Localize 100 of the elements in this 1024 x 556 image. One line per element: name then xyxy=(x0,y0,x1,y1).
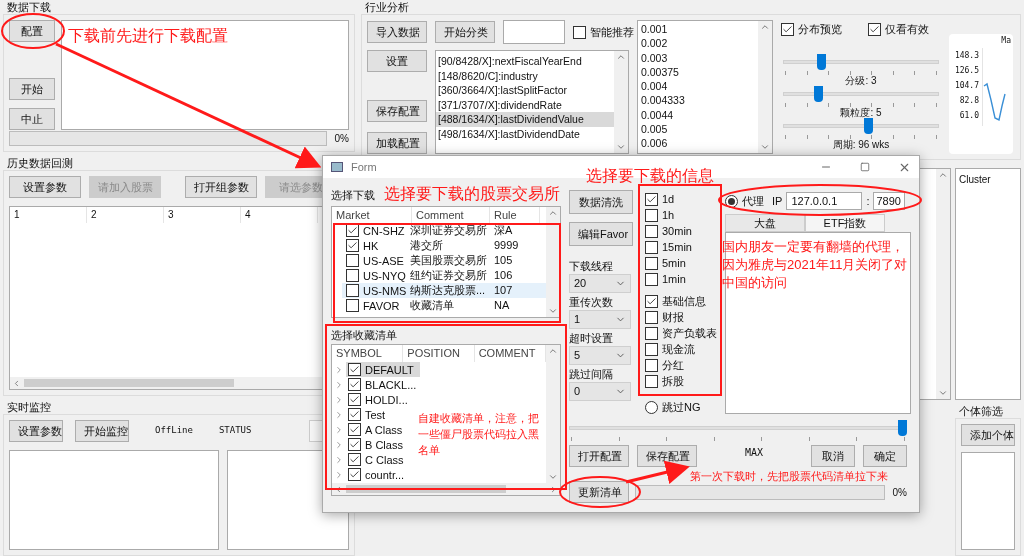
expand-icon[interactable] xyxy=(334,394,344,405)
list-item[interactable]: 0.004333 xyxy=(641,93,685,108)
column-header[interactable]: 2 xyxy=(87,207,164,223)
market-row[interactable]: US-NMS 纳斯达克股票... 107 xyxy=(342,283,546,298)
button[interactable]: 添加个体 xyxy=(961,424,1015,446)
list-item[interactable]: [360/3664/X]:lastSplitFactor xyxy=(436,83,614,98)
checkbox[interactable]: 30min xyxy=(645,224,717,238)
scroll-down-icon[interactable] xyxy=(938,388,948,398)
list-item[interactable]: 0.003 xyxy=(641,50,668,65)
expand-icon[interactable] xyxy=(334,454,344,465)
list-item[interactable]: [148/8620/C]:industry xyxy=(436,68,614,83)
checkbox[interactable]: FAVOR xyxy=(342,298,410,313)
checkbox[interactable]: 1h xyxy=(645,208,717,222)
list-item[interactable]: [488/1634/X]:lastDividendValue xyxy=(436,112,614,127)
tab[interactable]: 大盘 xyxy=(725,214,805,232)
scroll-thumb[interactable] xyxy=(24,379,234,387)
list-item[interactable]: [498/1634/X]:lastDividendDate xyxy=(436,126,614,141)
column-header[interactable]: POSITION xyxy=(403,345,475,362)
scroll-down-icon[interactable] xyxy=(548,472,558,482)
expand-icon[interactable] xyxy=(334,439,344,450)
button[interactable]: 配置 xyxy=(9,20,55,42)
scroll-thumb[interactable] xyxy=(346,485,506,493)
button[interactable]: 保存配置 xyxy=(367,100,427,122)
column-header[interactable]: Comment xyxy=(412,207,490,223)
checkbox[interactable]: 智能推荐 xyxy=(573,25,634,39)
button[interactable]: 加载配置 xyxy=(367,132,427,154)
scroll-left-icon[interactable] xyxy=(12,378,21,388)
button[interactable]: 设置参数 xyxy=(9,176,81,198)
column-header[interactable]: SYMBOL xyxy=(332,345,404,362)
list-item[interactable]: 0.006 xyxy=(641,136,668,151)
scrollbar[interactable] xyxy=(614,51,628,153)
button[interactable]: 保存配置 xyxy=(637,445,697,467)
checkbox[interactable]: 财报 xyxy=(645,310,717,324)
ip-field[interactable]: 127.0.0.1 xyxy=(786,192,863,210)
scroll-up-icon[interactable] xyxy=(548,346,558,356)
slider-thumb[interactable] xyxy=(863,118,873,134)
scroll-up-icon[interactable] xyxy=(760,22,770,32)
expand-icon[interactable] xyxy=(334,409,344,420)
checkbox[interactable]: 5min xyxy=(645,256,717,270)
column-header[interactable]: 4 xyxy=(241,207,318,223)
button[interactable]: 开始 xyxy=(9,78,55,100)
tree-row[interactable]: Test xyxy=(346,407,392,422)
expand-icon[interactable] xyxy=(334,469,344,480)
expand-icon[interactable] xyxy=(334,364,344,375)
log-area[interactable] xyxy=(61,20,349,130)
checkbox[interactable]: Test xyxy=(348,407,386,422)
market-row[interactable]: FAVOR 收藏清单 NA xyxy=(342,298,546,313)
checkbox[interactable]: 分红 xyxy=(645,358,717,372)
column-header[interactable]: COMMENT xyxy=(474,345,546,362)
list-item[interactable]: 0.0044 xyxy=(641,107,674,123)
column-header[interactable]: 1 xyxy=(10,207,87,223)
button[interactable]: 设置 xyxy=(367,50,427,72)
expand-icon[interactable] xyxy=(334,379,344,390)
checkbox[interactable]: 1min xyxy=(645,272,717,286)
checkbox[interactable]: US-NMS xyxy=(342,283,410,298)
market-row[interactable]: CN-SHZ 深圳证券交易所 深A xyxy=(342,223,546,238)
checkbox[interactable]: 现金流 xyxy=(645,342,717,356)
scroll-right-icon[interactable] xyxy=(549,484,558,494)
scroll-down-icon[interactable] xyxy=(616,142,626,152)
column-header[interactable]: 3 xyxy=(164,207,241,223)
button[interactable]: 确定 xyxy=(863,445,907,467)
checkbox[interactable]: HK xyxy=(342,238,410,253)
slider-thumb[interactable] xyxy=(898,420,907,436)
market-row[interactable]: US-ASE 美国股票交易所 105 xyxy=(342,253,546,268)
button[interactable]: 中止 xyxy=(9,108,55,130)
scrollbar[interactable] xyxy=(546,345,560,483)
button[interactable]: 打开配置 xyxy=(569,445,629,467)
checkbox[interactable]: 仅看有效 xyxy=(868,22,929,36)
port-field[interactable]: 7890 xyxy=(873,192,906,210)
checkbox[interactable]: 基础信息 xyxy=(645,294,717,308)
radio-button[interactable]: 代理 xyxy=(725,194,764,208)
column-header[interactable]: Rule xyxy=(490,207,540,223)
tab[interactable]: ETF指数 xyxy=(805,214,885,232)
scroll-up-icon[interactable] xyxy=(938,170,948,180)
button[interactable]: 数据清洗 xyxy=(569,190,633,214)
slider-track[interactable] xyxy=(569,420,907,436)
button[interactable]: 设置参数 xyxy=(9,420,63,442)
scroll-down-icon[interactable] xyxy=(548,306,558,316)
dropdown[interactable]: 5 xyxy=(569,346,631,365)
slider-thumb[interactable] xyxy=(813,86,823,102)
scroll-up-icon[interactable] xyxy=(616,52,626,62)
list-item[interactable]: [90/8428/X]:nextFiscalYearEnd xyxy=(436,54,614,69)
checkbox[interactable]: CN-SHZ xyxy=(342,223,410,238)
scrollbar[interactable] xyxy=(936,169,950,399)
radio-button[interactable]: 跳过NG xyxy=(645,400,717,414)
dropdown[interactable]: 20 xyxy=(569,274,631,293)
slider-track[interactable] xyxy=(783,118,939,134)
scrollbar[interactable] xyxy=(546,207,560,317)
list-item[interactable]: 0.001 xyxy=(641,22,668,37)
slider-track[interactable] xyxy=(783,54,939,70)
expand-icon[interactable] xyxy=(334,424,344,435)
scroll-down-icon[interactable] xyxy=(760,142,770,152)
slider-thumb[interactable] xyxy=(816,54,826,70)
list-item[interactable]: 0.002 xyxy=(641,36,668,51)
market-row[interactable]: HK 港交所 9999 xyxy=(342,238,546,253)
button[interactable]: 打开组参数 xyxy=(185,176,257,198)
checkbox[interactable]: 15min xyxy=(645,240,717,254)
list-item[interactable]: 0.00375 xyxy=(641,64,679,80)
button[interactable]: 更新清单 xyxy=(569,481,629,503)
dropdown[interactable]: 0 xyxy=(569,382,631,401)
